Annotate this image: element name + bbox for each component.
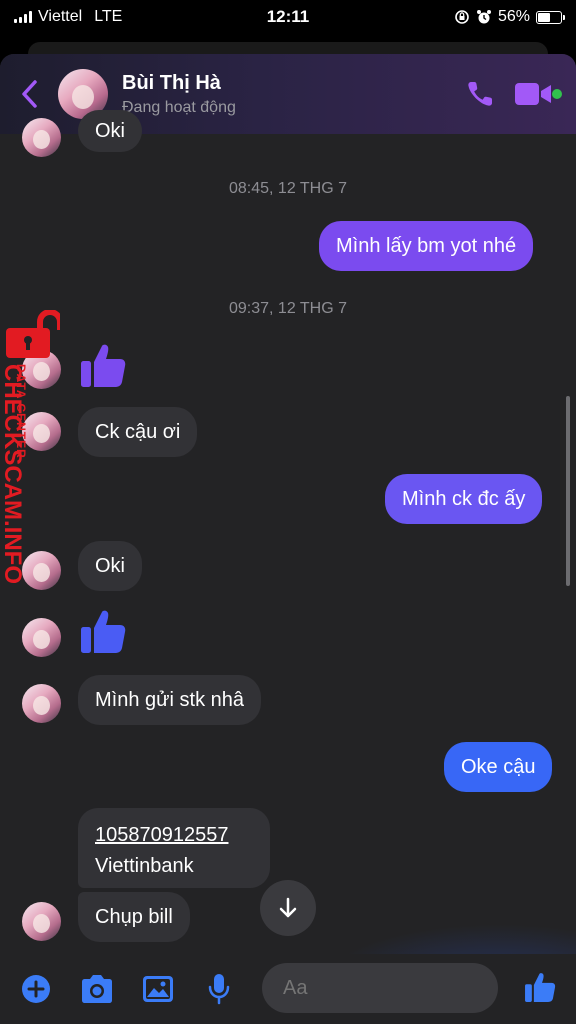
clock: 12:11 [266,7,310,26]
plus-icon [22,975,50,1003]
sender-avatar[interactable] [22,684,61,723]
thumbs-up-icon[interactable] [78,606,128,656]
sender-avatar[interactable] [22,618,61,657]
back-chevron-icon [22,80,37,108]
message-bubble-incoming[interactable]: Oki [78,110,142,152]
contact-name: Bùi Thị Hà [122,71,221,94]
message-list[interactable]: Oki 08:45, 12 THG 7 Mình lấy bm yot nhé … [0,110,576,954]
message-text: Mình lấy bm yot nhé [336,234,517,257]
status-right: 56% [362,8,565,26]
timestamp: 08:45, 12 THG 7 [229,180,347,197]
camera-button[interactable] [77,969,117,1009]
thumbs-up-icon[interactable] [78,340,128,390]
message-bubble-incoming[interactable]: Ck cậu ơi [78,407,198,457]
send-like-button[interactable] [520,967,560,1007]
message-bubble-incoming[interactable]: Oki [78,541,142,591]
network-label: LTE [94,8,123,25]
message-bubble-outgoing[interactable]: Mình ck đc ấy [385,474,543,524]
camera-icon [82,975,112,1003]
microphone-icon [208,974,230,1005]
sender-avatar[interactable] [22,350,61,389]
gallery-button[interactable] [138,969,178,1009]
phone-icon [468,82,492,106]
rotation-lock-icon [455,10,469,24]
timestamp: 09:37, 12 THG 7 [229,300,347,317]
contact-status: Đang hoạt động [122,98,236,116]
like-icon [525,973,556,1002]
status-left: Viettel LTE [14,8,214,26]
sender-avatar[interactable] [22,551,61,590]
contact-info[interactable]: Bùi Thị Hà Đang hoạt động [122,72,458,117]
voice-button[interactable] [199,969,239,1009]
message-bubble-outgoing[interactable]: Oke cậu [444,742,553,792]
more-actions-button[interactable] [16,969,56,1009]
signal-icon [14,11,32,23]
message-input[interactable] [283,976,548,1000]
account-number-link[interactable]: 105870912557 [95,820,253,851]
video-call-button[interactable] [512,72,556,116]
sender-avatar[interactable] [22,902,61,941]
message-text: Oke cậu [461,755,536,778]
message-bubble-incoming[interactable]: Chụp bill [78,892,190,942]
message-text: Ck cậu ơi [95,420,181,443]
video-camera-icon [515,83,551,105]
chat-sheet: Bùi Thị Hà Đang hoạt động Oki 08:45, 12 … [0,54,576,1024]
message-bubble-incoming[interactable]: 105870912557 Viettinbank [78,808,270,888]
message-text: Oki [95,554,125,577]
bank-name: Viettinbank [95,855,194,877]
battery-icon [536,10,565,24]
message-composer [0,954,576,1024]
image-icon [143,976,173,1002]
call-button[interactable] [458,72,502,116]
message-input-container[interactable] [262,963,548,1013]
scroll-to-bottom-button[interactable] [260,880,316,936]
battery-percent: 56% [497,8,530,25]
message-text: Mình ck đc ấy [402,487,526,510]
message-text: Oki [95,119,125,142]
back-button[interactable] [14,74,46,114]
message-bubble-incoming[interactable]: Mình gửi stk nhâ [78,675,262,725]
status-bar: Viettel LTE 12:11 56% [0,0,576,34]
sender-avatar[interactable] [22,412,61,451]
online-indicator [552,89,562,99]
carrier-label: Viettel [38,8,83,25]
arrow-down-icon [279,897,297,918]
scrollbar[interactable] [566,396,570,586]
alarm-icon [476,10,491,24]
message-text: Chụp bill [95,905,173,928]
message-text: Mình gửi stk nhâ [95,688,245,711]
sender-avatar[interactable] [22,118,61,157]
message-bubble-outgoing[interactable]: Mình lấy bm yot nhé [319,221,534,271]
